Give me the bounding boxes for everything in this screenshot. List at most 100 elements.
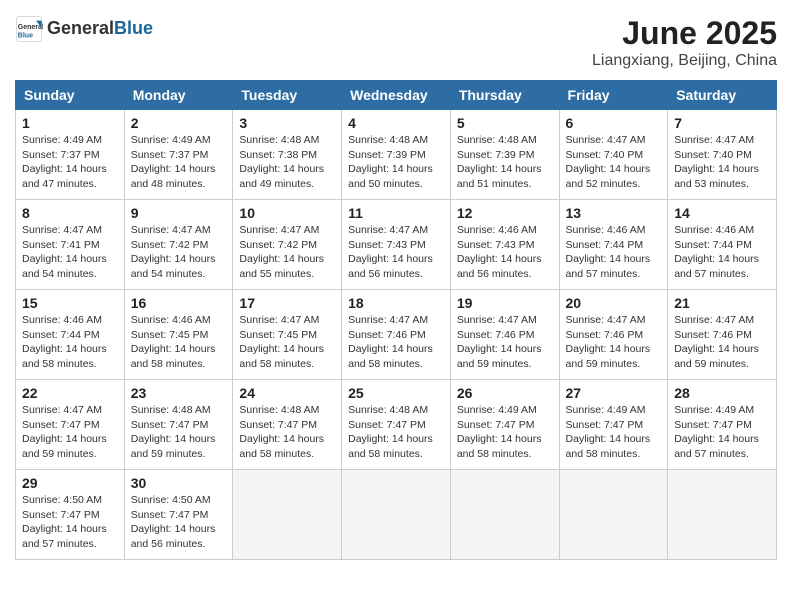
weekday-header-row: Sunday Monday Tuesday Wednesday Thursday… bbox=[16, 81, 777, 110]
empty-cell bbox=[559, 470, 668, 560]
header-friday: Friday bbox=[559, 81, 668, 110]
table-row: 2Sunrise: 4:49 AM Sunset: 7:37 PM Daylig… bbox=[124, 110, 233, 200]
day-number: 1 bbox=[22, 115, 118, 131]
day-info: Sunrise: 4:47 AM Sunset: 7:40 PM Dayligh… bbox=[566, 133, 662, 192]
day-info: Sunrise: 4:47 AM Sunset: 7:46 PM Dayligh… bbox=[457, 313, 553, 372]
day-number: 12 bbox=[457, 205, 553, 221]
day-number: 10 bbox=[239, 205, 335, 221]
day-info: Sunrise: 4:49 AM Sunset: 7:47 PM Dayligh… bbox=[457, 403, 553, 462]
table-row: 16Sunrise: 4:46 AM Sunset: 7:45 PM Dayli… bbox=[124, 290, 233, 380]
table-row: 12 Sunrise: 4:46 AM Sunset: 7:43 PM Dayli… bbox=[450, 200, 559, 290]
table-row: 26Sunrise: 4:49 AM Sunset: 7:47 PM Dayli… bbox=[450, 380, 559, 470]
header-wednesday: Wednesday bbox=[342, 81, 451, 110]
day-info: Sunrise: 4:47 AM Sunset: 7:43 PM Dayligh… bbox=[348, 223, 444, 282]
table-row: 8 Sunrise: 4:47 AM Sunset: 7:41 PM Daylig… bbox=[16, 200, 125, 290]
table-row: 20 Sunrise: 4:47 AM Sunset: 7:46 PM Dayli… bbox=[559, 290, 668, 380]
calendar-week-row: 1 Sunrise: 4:49 AM Sunset: 7:37 PM Daylig… bbox=[16, 110, 777, 200]
day-number: 19 bbox=[457, 295, 553, 311]
table-row: 28 Sunrise: 4:49 AM Sunset: 7:47 PM Dayli… bbox=[668, 380, 777, 470]
day-info: Sunrise: 4:49 AM Sunset: 7:47 PM Dayligh… bbox=[674, 403, 770, 462]
table-row: 18 Sunrise: 4:47 AM Sunset: 7:46 PM Dayli… bbox=[342, 290, 451, 380]
table-row: 9 Sunrise: 4:47 AM Sunset: 7:42 PM Daylig… bbox=[124, 200, 233, 290]
page-header: General Blue General Blue June 2025 Lian… bbox=[15, 15, 777, 70]
day-number: 3 bbox=[239, 115, 335, 131]
day-number: 9 bbox=[131, 205, 227, 221]
logo-general-text: General bbox=[47, 19, 114, 39]
table-row: 30 Sunrise: 4:50 AM Sunset: 7:47 PM Dayli… bbox=[124, 470, 233, 560]
calendar-table: Sunday Monday Tuesday Wednesday Thursday… bbox=[15, 80, 777, 560]
table-row: 21 Sunrise: 4:47 AM Sunset: 7:46 PM Dayli… bbox=[668, 290, 777, 380]
logo-blue-text: Blue bbox=[114, 19, 153, 39]
svg-text:Blue: Blue bbox=[18, 32, 33, 39]
calendar-title: June 2025 bbox=[592, 15, 777, 52]
table-row: 19 Sunrise: 4:47 AM Sunset: 7:46 PM Dayli… bbox=[450, 290, 559, 380]
empty-cell bbox=[233, 470, 342, 560]
table-row: 25 Sunrise: 4:48 AM Sunset: 7:47 PM Dayli… bbox=[342, 380, 451, 470]
table-row: 13 Sunrise: 4:46 AM Sunset: 7:44 PM Dayli… bbox=[559, 200, 668, 290]
day-number: 28 bbox=[674, 385, 770, 401]
day-number: 15 bbox=[22, 295, 118, 311]
day-info: Sunrise: 4:48 AM Sunset: 7:47 PM Dayligh… bbox=[239, 403, 335, 462]
day-info: Sunrise: 4:47 AM Sunset: 7:42 PM Dayligh… bbox=[239, 223, 335, 282]
day-info: Sunrise: 4:47 AM Sunset: 7:46 PM Dayligh… bbox=[674, 313, 770, 372]
day-info: Sunrise: 4:46 AM Sunset: 7:44 PM Dayligh… bbox=[674, 223, 770, 282]
calendar-title-area: June 2025 Liangxiang, Beijing, China bbox=[592, 15, 777, 70]
day-number: 18 bbox=[348, 295, 444, 311]
day-info: Sunrise: 4:46 AM Sunset: 7:44 PM Dayligh… bbox=[22, 313, 118, 372]
day-info: Sunrise: 4:47 AM Sunset: 7:46 PM Dayligh… bbox=[348, 313, 444, 372]
table-row: 11 Sunrise: 4:47 AM Sunset: 7:43 PM Dayli… bbox=[342, 200, 451, 290]
day-info: Sunrise: 4:46 AM Sunset: 7:44 PM Dayligh… bbox=[566, 223, 662, 282]
table-row: 14 Sunrise: 4:46 AM Sunset: 7:44 PM Dayli… bbox=[668, 200, 777, 290]
day-number: 17 bbox=[239, 295, 335, 311]
day-info: Sunrise: 4:48 AM Sunset: 7:38 PM Dayligh… bbox=[239, 133, 335, 192]
day-number: 4 bbox=[348, 115, 444, 131]
table-row: 10 Sunrise: 4:47 AM Sunset: 7:42 PM Dayli… bbox=[233, 200, 342, 290]
header-saturday: Saturday bbox=[668, 81, 777, 110]
empty-cell bbox=[668, 470, 777, 560]
day-info: Sunrise: 4:47 AM Sunset: 7:45 PM Dayligh… bbox=[239, 313, 335, 372]
day-number: 14 bbox=[674, 205, 770, 221]
day-info: Sunrise: 4:48 AM Sunset: 7:39 PM Dayligh… bbox=[457, 133, 553, 192]
day-info: Sunrise: 4:47 AM Sunset: 7:41 PM Dayligh… bbox=[22, 223, 118, 282]
day-number: 5 bbox=[457, 115, 553, 131]
day-info: Sunrise: 4:48 AM Sunset: 7:39 PM Dayligh… bbox=[348, 133, 444, 192]
table-row: 23Sunrise: 4:48 AM Sunset: 7:47 PM Dayli… bbox=[124, 380, 233, 470]
day-info: Sunrise: 4:48 AM Sunset: 7:47 PM Dayligh… bbox=[131, 403, 227, 462]
day-info: Sunrise: 4:47 AM Sunset: 7:46 PM Dayligh… bbox=[566, 313, 662, 372]
day-info: Sunrise: 4:47 AM Sunset: 7:42 PM Dayligh… bbox=[131, 223, 227, 282]
header-thursday: Thursday bbox=[450, 81, 559, 110]
day-number: 27 bbox=[566, 385, 662, 401]
calendar-week-row: 15 Sunrise: 4:46 AM Sunset: 7:44 PM Dayli… bbox=[16, 290, 777, 380]
day-number: 25 bbox=[348, 385, 444, 401]
header-sunday: Sunday bbox=[16, 81, 125, 110]
day-info: Sunrise: 4:46 AM Sunset: 7:43 PM Dayligh… bbox=[457, 223, 553, 282]
day-number: 8 bbox=[22, 205, 118, 221]
day-number: 21 bbox=[674, 295, 770, 311]
header-tuesday: Tuesday bbox=[233, 81, 342, 110]
table-row: 15 Sunrise: 4:46 AM Sunset: 7:44 PM Dayli… bbox=[16, 290, 125, 380]
day-number: 24 bbox=[239, 385, 335, 401]
day-number: 2 bbox=[131, 115, 227, 131]
empty-cell bbox=[342, 470, 451, 560]
day-info: Sunrise: 4:46 AM Sunset: 7:45 PM Dayligh… bbox=[131, 313, 227, 372]
day-info: Sunrise: 4:48 AM Sunset: 7:47 PM Dayligh… bbox=[348, 403, 444, 462]
table-row: 7Sunrise: 4:47 AM Sunset: 7:40 PM Daylig… bbox=[668, 110, 777, 200]
day-number: 30 bbox=[131, 475, 227, 491]
day-number: 7 bbox=[674, 115, 770, 131]
svg-text:General: General bbox=[18, 24, 43, 31]
calendar-subtitle: Liangxiang, Beijing, China bbox=[592, 52, 777, 70]
day-info: Sunrise: 4:49 AM Sunset: 7:47 PM Dayligh… bbox=[566, 403, 662, 462]
day-info: Sunrise: 4:47 AM Sunset: 7:47 PM Dayligh… bbox=[22, 403, 118, 462]
table-row: 29Sunrise: 4:50 AM Sunset: 7:47 PM Dayli… bbox=[16, 470, 125, 560]
table-row: 5 Sunrise: 4:48 AM Sunset: 7:39 PM Daylig… bbox=[450, 110, 559, 200]
day-number: 20 bbox=[566, 295, 662, 311]
day-number: 29 bbox=[22, 475, 118, 491]
day-info: Sunrise: 4:49 AM Sunset: 7:37 PM Dayligh… bbox=[22, 133, 118, 192]
day-number: 11 bbox=[348, 205, 444, 221]
day-info: Sunrise: 4:50 AM Sunset: 7:47 PM Dayligh… bbox=[131, 493, 227, 552]
calendar-week-row: 22Sunrise: 4:47 AM Sunset: 7:47 PM Dayli… bbox=[16, 380, 777, 470]
day-number: 13 bbox=[566, 205, 662, 221]
day-number: 6 bbox=[566, 115, 662, 131]
table-row: 3 Sunrise: 4:48 AM Sunset: 7:38 PM Daylig… bbox=[233, 110, 342, 200]
table-row: 17 Sunrise: 4:47 AM Sunset: 7:45 PM Dayli… bbox=[233, 290, 342, 380]
